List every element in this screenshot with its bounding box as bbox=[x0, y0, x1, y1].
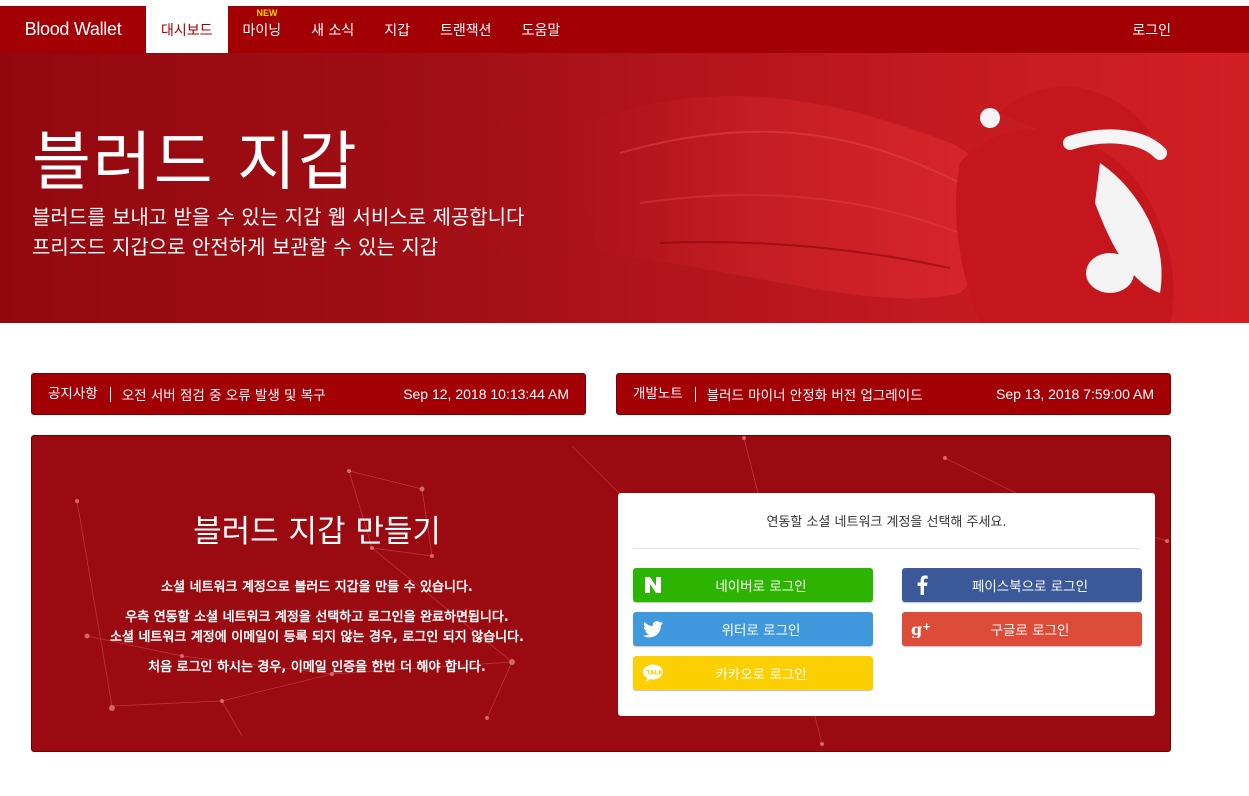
facebook-icon bbox=[902, 568, 942, 602]
social-login-card: 연동할 소셜 네트워크 계정을 선택해 주세요. 네이버로 로그인 페이스북으로… bbox=[618, 493, 1155, 716]
svg-text:g: g bbox=[911, 620, 922, 638]
twitter-login-button[interactable]: 위터로 로그인 bbox=[633, 612, 873, 646]
notice-bar-announcement[interactable]: 공지사항 오전 서버 점검 중 오류 발생 및 복구 Sep 12, 2018 … bbox=[31, 373, 586, 415]
notice-category: 개발노트 bbox=[633, 386, 696, 402]
divider bbox=[633, 548, 1140, 549]
kakao-login-button[interactable]: TALK 카카오로 로그인 bbox=[633, 656, 873, 690]
create-wallet-text: 소셜 네트워크 계정에 이메일이 등록 되지 않는 경우, 로그인 되지 않습니… bbox=[110, 630, 524, 645]
svg-text:TALK: TALK bbox=[646, 670, 663, 677]
button-label: 네이버로 로그인 bbox=[715, 579, 807, 595]
nav-item-transactions[interactable]: 트랜잭션 bbox=[425, 6, 507, 53]
top-navbar: Blood Wallet 대시보드 NEW 마이닝 새 소식 지갑 트랜잭션 도… bbox=[0, 6, 1249, 53]
nav-item-help[interactable]: 도움말 bbox=[507, 6, 576, 53]
button-label: 구글로 로그인 bbox=[990, 623, 1070, 639]
nav-item-label: 새 소식 bbox=[311, 22, 355, 39]
button-label: 카카오로 로그인 bbox=[715, 667, 807, 683]
notice-title[interactable]: 블러드 마이너 안정화 버전 업그레이드 bbox=[696, 384, 996, 404]
nav-item-wallet[interactable]: 지갑 bbox=[369, 6, 425, 53]
hat-pompom bbox=[980, 108, 1000, 128]
hero-subtitle: 블러드를 보내고 받을 수 있는 지갑 웹 서비스로 제공합니다 bbox=[32, 205, 525, 229]
svg-text:+: + bbox=[922, 620, 931, 633]
nav-login-link[interactable]: 로그인 bbox=[1132, 6, 1171, 53]
nav-item-label: 마이닝 bbox=[242, 22, 282, 39]
create-wallet-text: 우측 연동할 소셜 네트워크 계정을 선택하고 로그인을 완료하면됩니다. bbox=[125, 610, 509, 625]
nav-item-label: 트랜잭션 bbox=[440, 22, 492, 39]
brand-logo[interactable]: Blood Wallet bbox=[0, 6, 146, 53]
notice-time: Sep 12, 2018 10:13:44 AM bbox=[403, 386, 569, 402]
new-badge: NEW bbox=[256, 8, 278, 18]
hero-title: 블러드 지갑 bbox=[32, 126, 359, 200]
kakao-icon: TALK bbox=[633, 656, 673, 690]
twitter-icon bbox=[633, 612, 673, 646]
nav-item-label: 대시보드 bbox=[161, 22, 213, 39]
notice-category: 공지사항 bbox=[48, 386, 111, 402]
button-label: 페이스북으로 로그인 bbox=[971, 579, 1089, 595]
nav-item-label: 지갑 bbox=[384, 22, 411, 39]
facebook-login-button[interactable]: 페이스북으로 로그인 bbox=[902, 568, 1142, 602]
create-wallet-title: 블러드 지갑 만들기 bbox=[193, 514, 441, 550]
naver-login-button[interactable]: 네이버로 로그인 bbox=[633, 568, 873, 602]
create-wallet-panel: 블러드 지갑 만들기 소셜 네트워크 계정으로 블러드 지갑을 만들 수 있습니… bbox=[31, 435, 1171, 752]
create-wallet-text: 처음 로그인 하시는 경우, 이메일 인증을 한번 더 해야 합니다. bbox=[148, 660, 486, 675]
button-label: 위터로 로그인 bbox=[721, 623, 801, 639]
notice-time: Sep 13, 2018 7:59:00 AM bbox=[995, 386, 1154, 402]
notice-title[interactable]: 오전 서버 점검 중 오류 발생 및 복구 bbox=[111, 384, 404, 404]
login-prompt: 연동할 소셜 네트워크 계정을 선택해 주세요. bbox=[766, 515, 1007, 530]
create-wallet-text: 소셜 네트워크 계정으로 블러드 지갑을 만들 수 있습니다. bbox=[161, 580, 473, 595]
nav-item-news[interactable]: 새 소식 bbox=[296, 6, 369, 53]
hero-banner: 블러드 지갑 블러드를 보내고 받을 수 있는 지갑 웹 서비스로 제공합니다 … bbox=[0, 53, 1249, 323]
nav-item-dashboard[interactable]: 대시보드 bbox=[146, 6, 228, 53]
nav-item-label: 도움말 bbox=[521, 22, 561, 39]
notice-bar-devnote[interactable]: 개발노트 블러드 마이너 안정화 버전 업그레이드 Sep 13, 2018 7… bbox=[616, 373, 1171, 415]
hero-subtitle: 프리즈드 지갑으로 안전하게 보관할 수 있는 지갑 bbox=[32, 235, 439, 259]
google-plus-icon: g + bbox=[902, 612, 942, 646]
nav-item-mining[interactable]: NEW 마이닝 bbox=[228, 6, 297, 53]
google-login-button[interactable]: g + 구글로 로그인 bbox=[902, 612, 1142, 646]
naver-icon bbox=[633, 568, 673, 602]
